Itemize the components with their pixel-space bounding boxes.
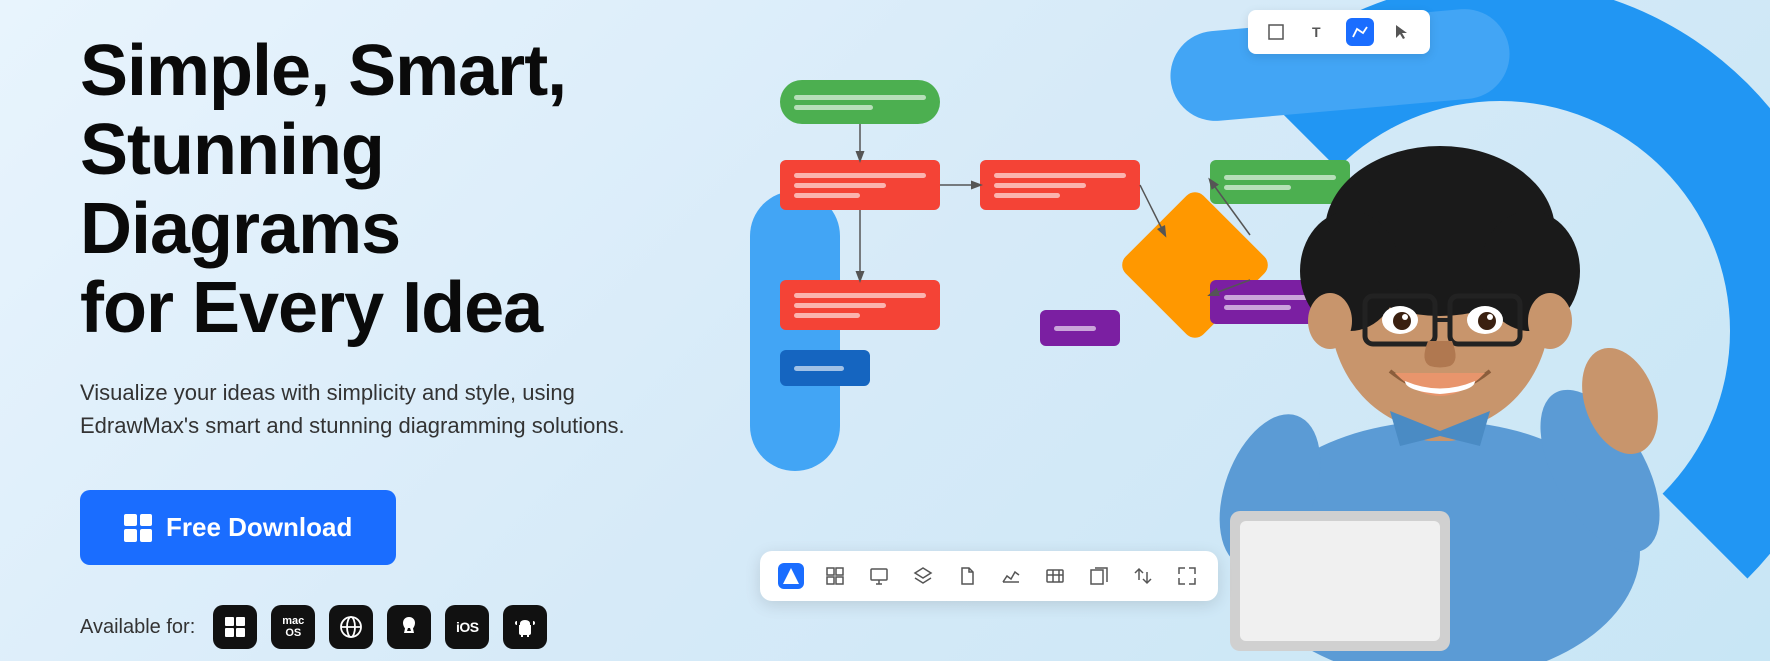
pointer-tool-icon[interactable] — [1388, 18, 1416, 46]
flownode-red-3 — [780, 280, 940, 330]
platform-linux — [387, 605, 431, 649]
sub-description: Visualize your ideas with simplicity and… — [80, 376, 660, 442]
top-toolbar: T — [1248, 10, 1430, 54]
platform-windows — [213, 605, 257, 649]
available-label: Available for: — [80, 616, 195, 639]
free-download-button[interactable]: Free Download — [80, 490, 396, 565]
rect-tool-icon[interactable] — [1262, 18, 1290, 46]
toolbar-swap-icon[interactable] — [1130, 563, 1156, 589]
toolbar-grid-icon[interactable] — [822, 563, 848, 589]
connector-tool-icon[interactable] — [1346, 18, 1374, 46]
platform-macos: macOS — [271, 605, 315, 649]
hero-person-area — [1150, 21, 1710, 661]
available-platforms-row: Available for: macOS — [80, 605, 660, 649]
flownode-purple-small — [1040, 310, 1120, 346]
platform-android — [503, 605, 547, 649]
right-content: T — [720, 0, 1770, 661]
toolbar-layers-icon[interactable] — [910, 563, 936, 589]
main-headline: Simple, Smart, Stunning Diagrams for Eve… — [80, 32, 660, 349]
left-content: Simple, Smart, Stunning Diagrams for Eve… — [0, 0, 720, 661]
flownode-blue-small — [780, 350, 870, 386]
text-tool-icon[interactable]: T — [1304, 18, 1332, 46]
windows-icon — [124, 514, 152, 542]
download-button-label: Free Download — [166, 512, 352, 543]
flownode-start — [780, 80, 940, 124]
page-wrapper: Simple, Smart, Stunning Diagrams for Eve… — [0, 0, 1770, 661]
flownode-red-1 — [780, 160, 940, 210]
flownode-red-2 — [980, 160, 1140, 210]
platform-ios: iOS — [445, 605, 489, 649]
platform-web — [329, 605, 373, 649]
person-illustration — [1170, 51, 1710, 661]
svg-text:T: T — [1312, 24, 1321, 40]
toolbar-expand-icon[interactable] — [1174, 563, 1200, 589]
toolbar-monitor-icon[interactable] — [866, 563, 892, 589]
toolbar-chart-icon[interactable] — [998, 563, 1024, 589]
toolbar-shapes-icon[interactable] — [778, 563, 804, 589]
toolbar-table-icon[interactable] — [1042, 563, 1068, 589]
toolbar-doc-icon[interactable] — [954, 563, 980, 589]
toolbar-multipage-icon[interactable] — [1086, 563, 1112, 589]
diagram-toolbar — [760, 551, 1218, 601]
